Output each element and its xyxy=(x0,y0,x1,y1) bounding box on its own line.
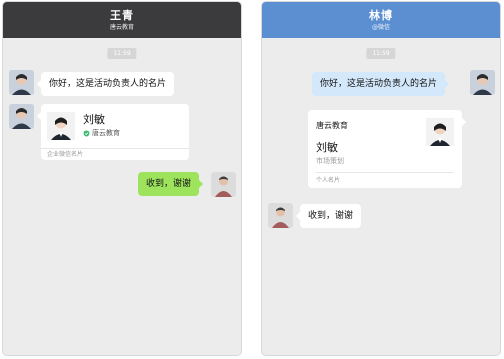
sender-avatar[interactable] xyxy=(268,203,293,228)
timestamp: 11:59 xyxy=(366,48,396,59)
my-avatar[interactable] xyxy=(470,70,495,95)
card-photo xyxy=(47,112,75,140)
sent-message-bubble[interactable]: 你好，这是活动负责人的名片 xyxy=(312,72,450,96)
sent-message-bubble[interactable]: 收到，谢谢 xyxy=(138,172,204,196)
sender-avatar[interactable] xyxy=(9,104,34,129)
card-role: 市场策划 xyxy=(316,157,344,165)
left-chat-screen: 王青 唐云教育 11:59 你好，这是活动负责人的名片 刘敏 唐云教育 企业微信… xyxy=(2,1,242,356)
card-company-label: 唐云教育 xyxy=(92,129,120,137)
card-type-label: 企业微信名片 xyxy=(47,151,84,158)
contact-name: 王青 xyxy=(110,8,134,22)
contact-company: 唐云教育 xyxy=(109,23,134,31)
card-divider xyxy=(316,172,454,173)
comparison-view: 王青 唐云教育 11:59 你好，这是活动负责人的名片 刘敏 唐云教育 企业微信… xyxy=(0,0,504,359)
sender-avatar[interactable] xyxy=(9,70,34,95)
contact-source: @微信 xyxy=(371,23,390,31)
chat-header: 王青 唐云教育 xyxy=(3,2,241,38)
card-photo xyxy=(426,118,454,146)
message-bubble[interactable]: 你好，这是活动负责人的名片 xyxy=(36,72,175,96)
card-divider xyxy=(41,148,189,149)
business-card[interactable]: 唐云教育 刘敏 市场策划 个人名片 xyxy=(308,110,466,188)
card-name: 刘敏 xyxy=(316,141,338,154)
card-company: 唐云教育 xyxy=(316,121,348,130)
business-card[interactable]: 刘敏 唐云教育 企业微信名片 xyxy=(37,104,189,160)
card-company: 唐云教育 xyxy=(83,129,120,138)
contact-name: 林博 xyxy=(369,8,393,22)
chat-header: 林博 @微信 xyxy=(262,2,500,38)
message-bubble[interactable]: 收到，谢谢 xyxy=(295,204,362,228)
card-type-label: 个人名片 xyxy=(316,177,341,184)
timestamp: 11:59 xyxy=(107,48,137,59)
right-chat-screen: 林博 @微信 11:59 你好，这是活动负责人的名片 唐云教育 刘敏 市场策划 … xyxy=(261,1,501,356)
card-name: 刘敏 xyxy=(83,113,105,126)
my-avatar[interactable] xyxy=(211,172,236,197)
verified-icon xyxy=(83,130,90,137)
